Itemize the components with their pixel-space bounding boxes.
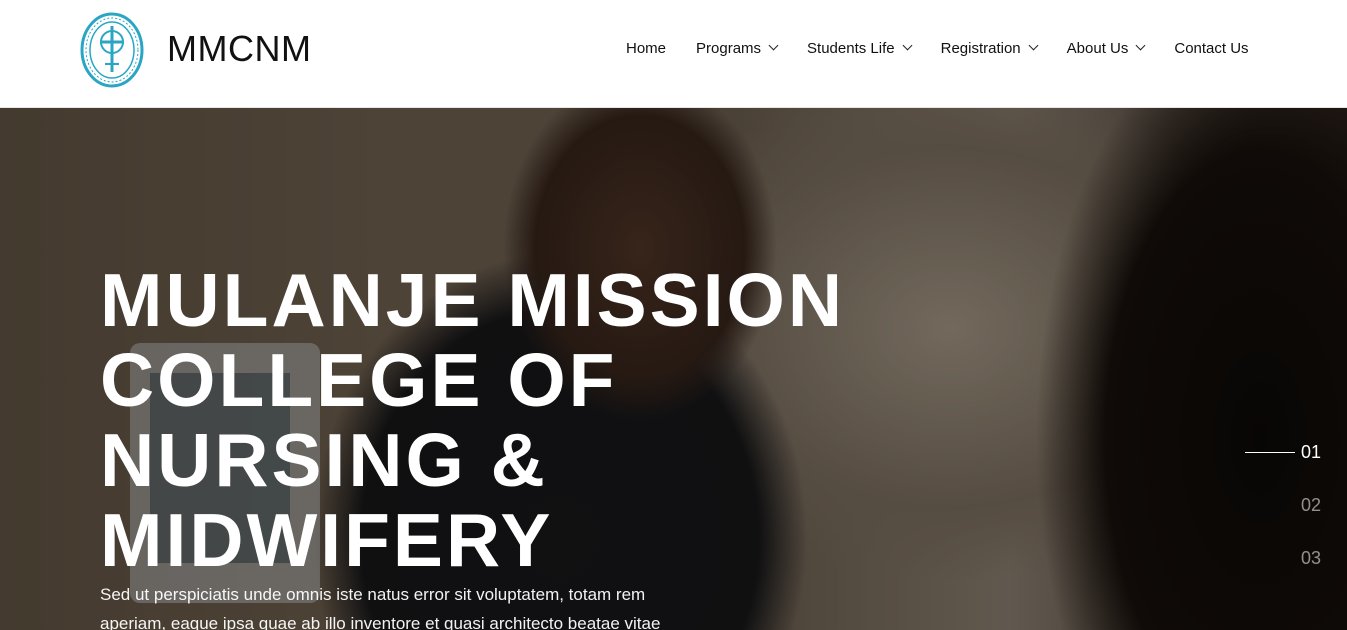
nav-registration-label: Registration xyxy=(940,40,1021,57)
chevron-down-icon xyxy=(1028,40,1039,51)
nav-contact-us[interactable]: Contact Us xyxy=(1174,40,1248,57)
slide-indicator-02[interactable]: 02 xyxy=(1241,479,1321,532)
slide-indicator-01[interactable]: 01 xyxy=(1241,426,1321,479)
chevron-down-icon xyxy=(1135,40,1146,51)
slide-indicator-03[interactable]: 03 xyxy=(1241,532,1321,585)
nav-programs[interactable]: Programs xyxy=(696,40,779,57)
slider-pagination: 01 02 03 xyxy=(1241,426,1321,585)
hero-subtitle: Sed ut perspiciatis unde omnis iste natu… xyxy=(100,585,661,630)
nav-about-us-label: About Us xyxy=(1066,40,1129,57)
nav-students-life[interactable]: Students Life xyxy=(807,40,913,57)
hero-title-line: MULANJE MISSION xyxy=(100,258,846,342)
hero-title-line: MIDWIFERY xyxy=(100,498,554,582)
hero-title: MULANJE MISSION COLLEGE OF NURSING & MID… xyxy=(100,260,920,580)
site-header: MMCNM Home Programs Students Life Regist… xyxy=(0,0,1347,108)
main-nav: Home Programs Students Life Registration… xyxy=(626,40,1249,57)
hero-title-line: COLLEGE OF xyxy=(100,338,618,422)
chevron-down-icon xyxy=(768,40,779,51)
nav-students-life-label: Students Life xyxy=(807,40,895,57)
slide-number: 01 xyxy=(1300,442,1321,462)
college-seal-logo[interactable] xyxy=(79,12,145,90)
slide-number: 02 xyxy=(1300,495,1321,515)
hero-title-line: NURSING & xyxy=(100,418,548,502)
active-slide-line xyxy=(1244,452,1295,453)
nav-contact-us-label: Contact Us xyxy=(1174,40,1249,57)
nav-home[interactable]: Home xyxy=(626,40,666,57)
nav-home-label: Home xyxy=(626,40,667,57)
site-brand[interactable]: MMCNM xyxy=(167,28,311,70)
hero-banner: MULANJE MISSION COLLEGE OF NURSING & MID… xyxy=(0,108,1347,630)
slide-number: 03 xyxy=(1300,548,1321,568)
chevron-down-icon xyxy=(902,40,913,51)
nav-programs-label: Programs xyxy=(696,40,762,57)
nav-registration[interactable]: Registration xyxy=(940,40,1039,57)
nav-about-us[interactable]: About Us xyxy=(1066,40,1146,57)
